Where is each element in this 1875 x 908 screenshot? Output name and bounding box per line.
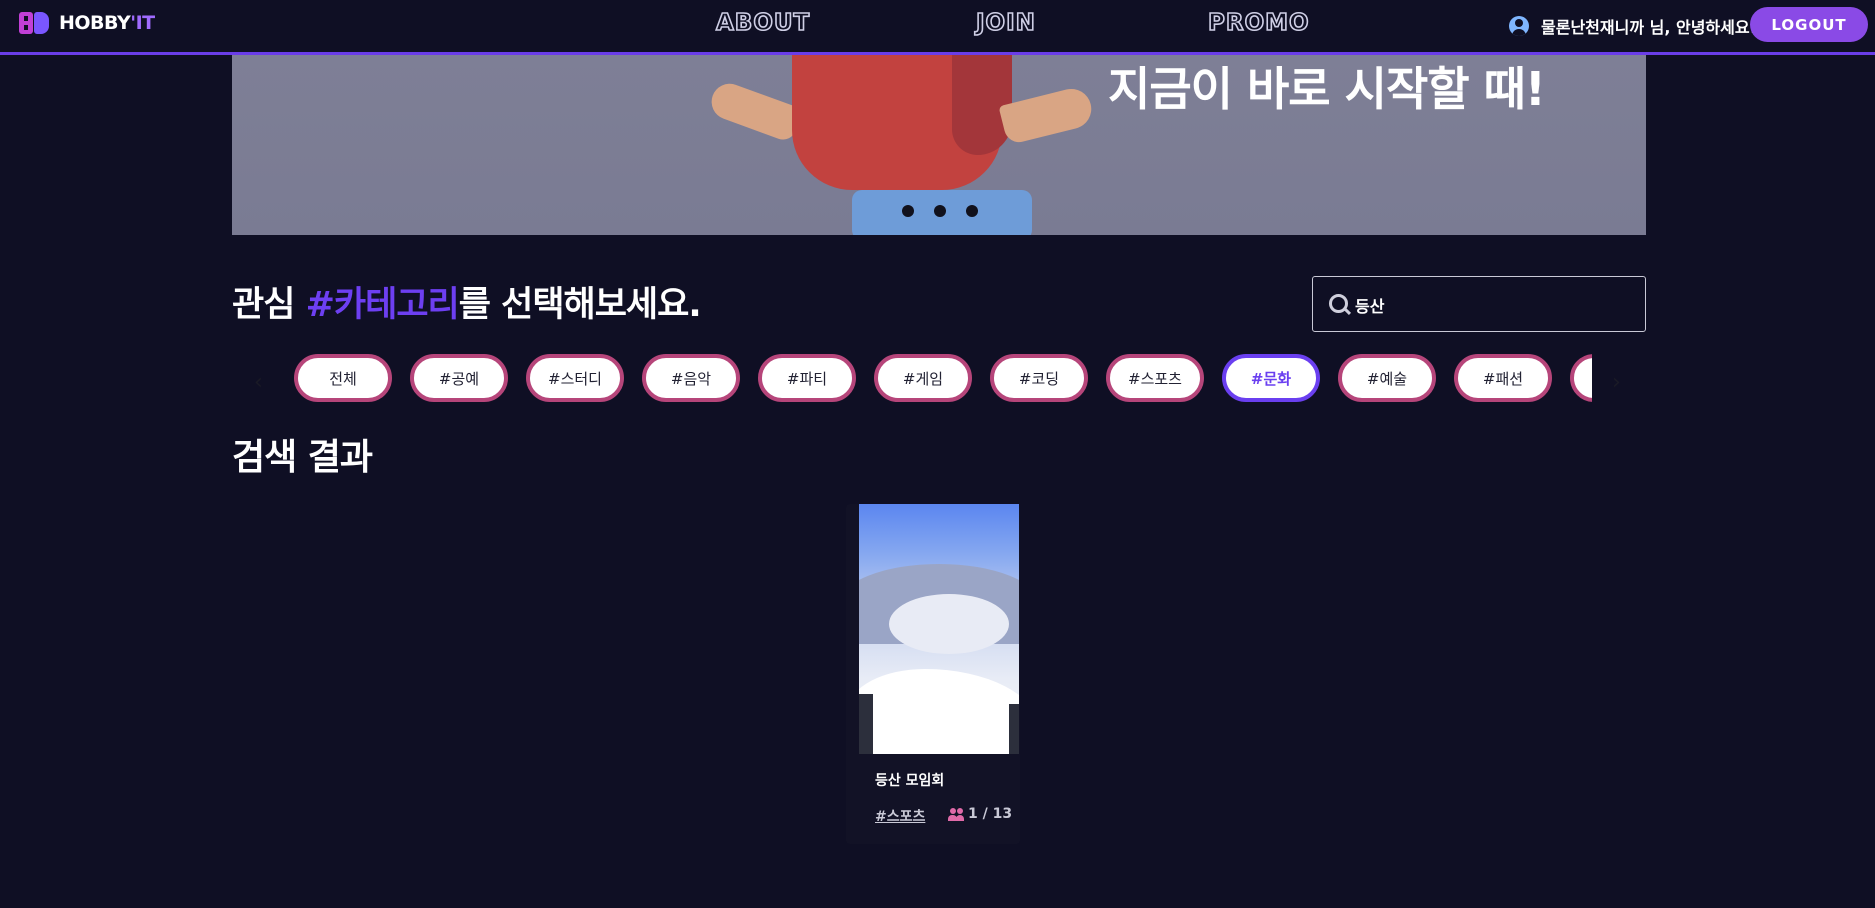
- top-navbar: HOBBY'IT ABOUT JOIN PROMO 물론난천재니까 님, 안녕하…: [0, 0, 1875, 55]
- category-heading: 관심 #카테고리를 선택해보세요.: [232, 285, 702, 325]
- card-member-count: 1 / 13: [968, 806, 1013, 822]
- nav-join[interactable]: JOIN: [975, 9, 1036, 37]
- chip-partial[interactable]: [1570, 354, 1592, 402]
- search-box[interactable]: [1312, 276, 1646, 332]
- result-card[interactable]: 등산 모임회 #스포츠 1 / 13: [846, 504, 1020, 844]
- logo-text-accent: 'IT: [130, 12, 155, 34]
- card-title: 등산 모임회: [875, 773, 945, 789]
- chip-coding[interactable]: #코딩: [990, 354, 1088, 402]
- nav-promo[interactable]: PROMO: [1207, 9, 1310, 37]
- chip-music[interactable]: #음악: [642, 354, 740, 402]
- banner-headline: 지금이 바로 시작할 때!: [1108, 62, 1546, 116]
- chip-next-arrow[interactable]: ›: [1612, 370, 1621, 395]
- chip-study[interactable]: #스터디: [526, 354, 624, 402]
- card-thumbnail: [859, 504, 1019, 754]
- chip-all[interactable]: 전체: [294, 354, 392, 402]
- carousel-dot[interactable]: [902, 205, 914, 217]
- chip-prev-arrow[interactable]: ‹: [254, 370, 263, 395]
- results-title: 검색 결과: [232, 437, 373, 478]
- carousel-dot[interactable]: [966, 205, 978, 217]
- logo-icon: [19, 12, 49, 34]
- chip-culture[interactable]: #문화: [1222, 354, 1320, 402]
- carousel-dots: [902, 205, 978, 217]
- search-icon: [1329, 294, 1348, 313]
- carousel-dot[interactable]: [934, 205, 946, 217]
- hero-banner[interactable]: 지금이 바로 시작할 때!: [232, 55, 1646, 235]
- chip-craft[interactable]: #공예: [410, 354, 508, 402]
- nav-about[interactable]: ABOUT: [715, 9, 810, 37]
- card-tag[interactable]: #스포츠: [875, 806, 925, 826]
- logout-button[interactable]: LOGOUT: [1750, 7, 1868, 42]
- user-greeting: 물론난천재니까 님, 안녕하세요!: [1541, 18, 1757, 37]
- logo[interactable]: HOBBY'IT: [19, 12, 155, 34]
- user-avatar-icon: [1509, 16, 1529, 36]
- chip-art[interactable]: #예술: [1338, 354, 1436, 402]
- chip-sports[interactable]: #스포츠: [1106, 354, 1204, 402]
- search-input[interactable]: [1353, 289, 1637, 321]
- chip-party[interactable]: #파티: [758, 354, 856, 402]
- category-chip-row: 전체 #공예 #스터디 #음악 #파티 #게임 #코딩 #스포츠 #문화 #예술…: [290, 354, 1592, 406]
- chip-game[interactable]: #게임: [874, 354, 972, 402]
- logo-text: HOBBY: [59, 12, 131, 34]
- people-icon: [948, 808, 964, 822]
- chip-fashion[interactable]: #패션: [1454, 354, 1552, 402]
